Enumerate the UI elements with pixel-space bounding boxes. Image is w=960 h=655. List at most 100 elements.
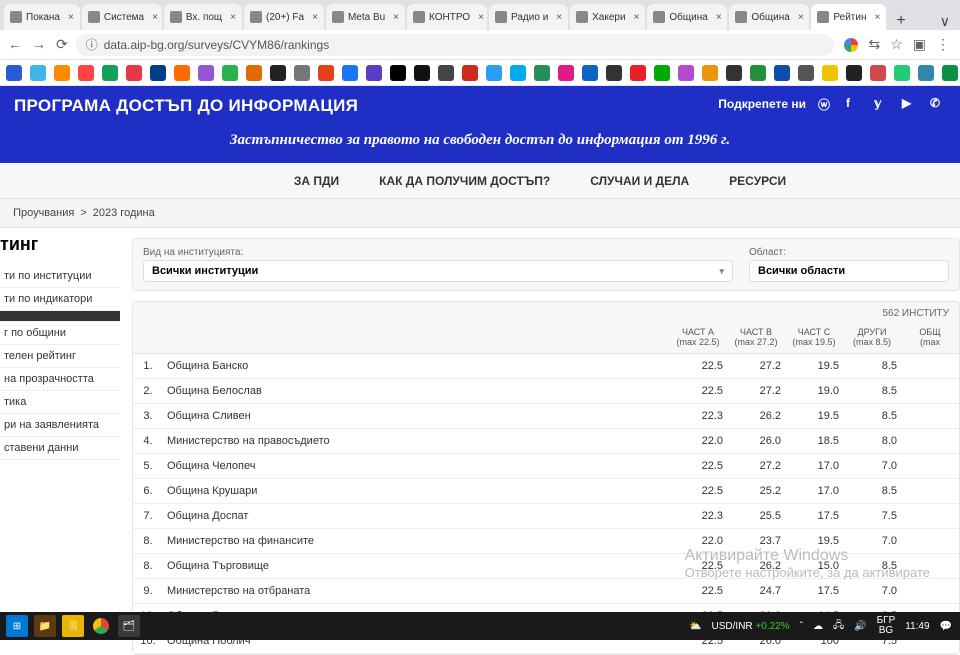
bookmark-item[interactable] [774, 65, 790, 81]
table-row[interactable]: 1.Община Банско22.527.219.58.5 [133, 354, 959, 379]
bookmark-item[interactable] [318, 65, 334, 81]
browser-tab[interactable]: Рейтин× [811, 4, 886, 30]
table-row[interactable]: 8.Община Търговище22.526.215.08.5 [133, 554, 959, 579]
new-tab-button[interactable]: + [888, 12, 913, 30]
taskbar-app-icon[interactable]: 📒 [62, 615, 84, 637]
url-input[interactable]: ⓘ data.aip-bg.org/surveys/CVYM86/ranking… [76, 34, 835, 56]
close-icon[interactable]: × [556, 12, 562, 23]
breadcrumb-item[interactable]: Проучвания [13, 207, 74, 219]
table-row[interactable]: 5.Община Челопеч22.527.217.07.0 [133, 454, 959, 479]
volume-icon[interactable]: 🔊 [854, 621, 866, 632]
close-icon[interactable]: × [874, 12, 880, 23]
sidebar-item[interactable]: ставени данни [0, 437, 120, 460]
table-header[interactable]: ДРУГИ(max 8.5) [843, 321, 901, 354]
twitter-icon[interactable]: 𝕪 [874, 96, 890, 112]
sidebar-item[interactable]: г по общини [0, 322, 120, 345]
sidebar-item[interactable]: телен рейтинг [0, 345, 120, 368]
close-icon[interactable]: × [152, 12, 158, 23]
bookmark-item[interactable] [822, 65, 838, 81]
table-header[interactable]: ЧАСТ С(max 19.5) [785, 321, 843, 354]
browser-tab[interactable]: Система× [82, 4, 162, 30]
browser-tab[interactable]: Meta Bu× [326, 4, 405, 30]
browser-tab[interactable]: КОНТРО× [407, 4, 487, 30]
bookmark-item[interactable] [462, 65, 478, 81]
notifications-icon[interactable]: 💬 [940, 621, 952, 632]
close-icon[interactable]: × [68, 12, 74, 23]
browser-tab[interactable]: Община× [647, 4, 727, 30]
nav-forward-icon[interactable]: → [32, 36, 46, 53]
wordpress-icon[interactable]: ⓦ [818, 96, 834, 112]
bookmark-item[interactable] [366, 65, 382, 81]
bookmark-item[interactable] [150, 65, 166, 81]
extensions-icon[interactable]: ▣ [913, 36, 926, 53]
nav-reload-icon[interactable]: ⟳ [56, 36, 68, 53]
bookmark-item[interactable] [582, 65, 598, 81]
bookmark-item[interactable] [270, 65, 286, 81]
close-icon[interactable]: × [634, 12, 640, 23]
bookmark-item[interactable] [846, 65, 862, 81]
bookmark-item[interactable] [486, 65, 502, 81]
bookmark-item[interactable] [198, 65, 214, 81]
sidebar-item[interactable]: ри на заявленията [0, 414, 120, 437]
bookmark-item[interactable] [534, 65, 550, 81]
bookmark-item[interactable] [726, 65, 742, 81]
bookmark-item[interactable] [6, 65, 22, 81]
browser-tab[interactable]: Вх. пощ× [164, 4, 242, 30]
chrome-menu-icon[interactable]: ⋮ [936, 36, 950, 53]
filter-region-select[interactable]: Всички области [749, 260, 949, 282]
bookmark-item[interactable] [390, 65, 406, 81]
main-nav-item[interactable]: РЕСУРСИ [729, 174, 786, 188]
sidebar-item[interactable] [0, 311, 120, 322]
facebook-icon[interactable]: f [846, 96, 862, 112]
close-icon[interactable]: × [230, 12, 236, 23]
translate-icon[interactable]: ⇆ [868, 36, 880, 53]
nav-back-icon[interactable]: ← [8, 36, 22, 53]
bookmark-item[interactable] [918, 65, 934, 81]
close-icon[interactable]: × [478, 12, 484, 23]
support-link[interactable]: Подкрепете ни [718, 97, 806, 111]
close-icon[interactable]: × [312, 12, 318, 23]
table-row[interactable]: 2.Община Белослав22.527.219.08.5 [133, 379, 959, 404]
close-icon[interactable]: × [798, 12, 804, 23]
bookmark-item[interactable] [30, 65, 46, 81]
bookmark-item[interactable] [942, 65, 958, 81]
chrome-menu-chevron[interactable]: ∨ [930, 13, 960, 30]
google-icon[interactable] [844, 38, 858, 52]
bookmark-item[interactable] [246, 65, 262, 81]
taskbar-app-icon[interactable]: 🗂 [118, 615, 140, 637]
browser-tab[interactable]: Община× [729, 4, 809, 30]
table-row[interactable]: 8.Министерство на финансите22.023.719.57… [133, 529, 959, 554]
bookmark-item[interactable] [222, 65, 238, 81]
table-header[interactable]: ЧАСТ А(max 22.5) [669, 321, 727, 354]
bookmark-item[interactable] [894, 65, 910, 81]
bookmark-item[interactable] [438, 65, 454, 81]
close-icon[interactable]: × [716, 12, 722, 23]
table-header[interactable]: ЧАСТ В(max 27.2) [727, 321, 785, 354]
bookmark-item[interactable] [678, 65, 694, 81]
bookmark-item[interactable] [750, 65, 766, 81]
browser-tab[interactable]: (20+) Fa× [244, 4, 324, 30]
bookmark-item[interactable] [294, 65, 310, 81]
browser-tab[interactable]: Хакери× [570, 4, 645, 30]
bookmark-item[interactable] [870, 65, 886, 81]
bookmark-item[interactable] [342, 65, 358, 81]
sidebar-item[interactable]: тика [0, 391, 120, 414]
chrome-taskbar-icon[interactable] [90, 615, 112, 637]
table-header[interactable]: ОБЩ(max [901, 321, 959, 354]
close-icon[interactable]: × [393, 12, 399, 23]
bookmark-item[interactable] [606, 65, 622, 81]
bookmark-item[interactable] [174, 65, 190, 81]
browser-tab[interactable]: Покана× [4, 4, 80, 30]
bookmark-item[interactable] [798, 65, 814, 81]
bookmark-item[interactable] [510, 65, 526, 81]
bookmark-item[interactable] [414, 65, 430, 81]
bookmark-item[interactable] [702, 65, 718, 81]
bookmark-item[interactable] [78, 65, 94, 81]
bookmark-item[interactable] [630, 65, 646, 81]
clock[interactable]: 11:49 [905, 621, 929, 632]
table-row[interactable]: 9.Министерство на отбраната22.524.717.57… [133, 579, 959, 604]
bookmark-item[interactable] [54, 65, 70, 81]
onedrive-icon[interactable]: ☁ [813, 621, 823, 632]
phone-icon[interactable]: ✆ [930, 96, 946, 112]
table-row[interactable]: 4.Министерство на правосъдието22.026.018… [133, 429, 959, 454]
